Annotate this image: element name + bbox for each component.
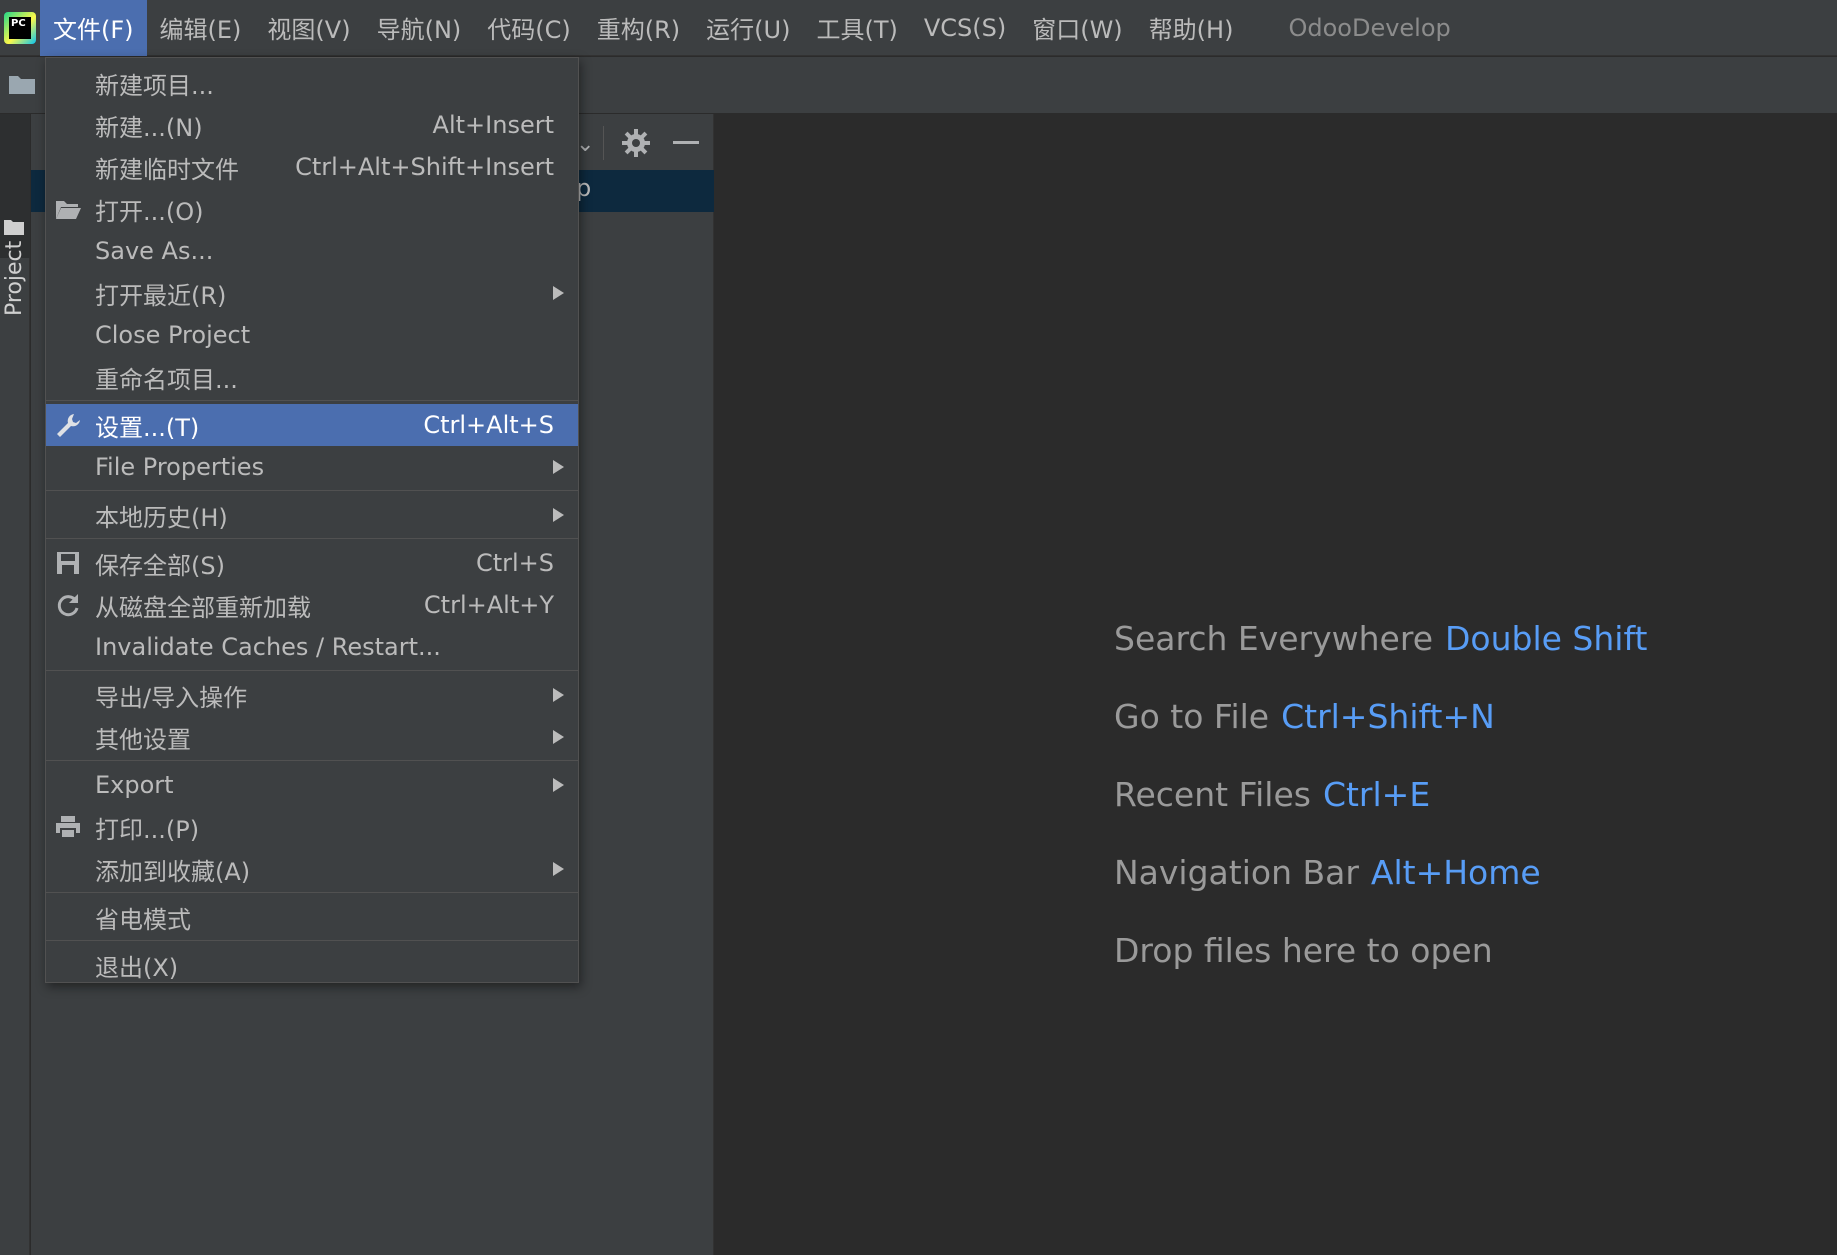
menu-item-add-to-favorites[interactable]: 添加到收藏(A) (46, 848, 578, 890)
menu-window[interactable]: 窗口(W) (1019, 0, 1135, 56)
menu-item-other-settings[interactable]: 其他设置 (46, 716, 578, 758)
menu-bar: PC 文件(F) 编辑(E) 视图(V) 导航(N) 代码(C) 重构(R) 运… (0, 0, 1837, 56)
shortcut-label: Ctrl+Alt+Y (423, 591, 554, 619)
reload-icon (57, 594, 79, 617)
submenu-arrow-icon (553, 730, 564, 744)
project-tool-tab[interactable]: Project (0, 114, 30, 316)
menu-item-local-history[interactable]: 本地历史(H) (46, 494, 578, 536)
menu-item-power-save-mode[interactable]: 省电模式 (46, 896, 578, 938)
project-tool-tab-label: Project (2, 240, 27, 316)
menu-vcs[interactable]: VCS(S) (911, 0, 1019, 56)
window-title: OdooDevelop (1288, 13, 1451, 42)
submenu-arrow-icon (553, 508, 564, 522)
menu-item-new[interactable]: 新建...(N) Alt+Insert (46, 104, 578, 146)
menu-item-new-project[interactable]: 新建项目... (46, 62, 578, 104)
menu-item-file-properties[interactable]: File Properties (46, 446, 578, 488)
menu-item-reload-all-from-disk[interactable]: 从磁盘全部重新加载 Ctrl+Alt+Y (46, 584, 578, 626)
gear-icon[interactable] (619, 126, 653, 160)
shortcut-label: Alt+Insert (432, 111, 554, 139)
folder-open-icon (56, 201, 81, 219)
minimize-icon[interactable] (673, 141, 699, 144)
menu-item-print[interactable]: 打印...(P) (46, 806, 578, 848)
ide-window: PC 文件(F) 编辑(E) 视图(V) 导航(N) 代码(C) 重构(R) 运… (0, 0, 1837, 1255)
editor-area[interactable]: Search Everywhere Double Shift Go to File… (715, 114, 1837, 1255)
collapse-arrow-icon[interactable]: ⌄ (576, 132, 596, 157)
shortcut-label: Ctrl+Alt+S (423, 411, 554, 439)
menu-file[interactable]: 文件(F) (40, 0, 147, 56)
menu-item-save-all[interactable]: 保存全部(S) Ctrl+S (46, 542, 578, 584)
pycharm-logo-icon: PC (0, 0, 40, 56)
menu-item-rename-project[interactable]: 重命名项目... (46, 356, 578, 398)
folder-icon[interactable] (8, 73, 36, 95)
menu-item-export-import-settings[interactable]: 导出/导入操作 (46, 674, 578, 716)
submenu-arrow-icon (553, 460, 564, 474)
submenu-arrow-icon (553, 286, 564, 300)
menu-item-invalidate-caches[interactable]: Invalidate Caches / Restart... (46, 626, 578, 668)
file-menu-dropdown: 新建项目... 新建...(N) Alt+Insert 新建临时文件 Ctrl+… (45, 57, 579, 983)
shortcut-label: Ctrl+S (475, 549, 554, 577)
hint-drop-files: Drop files here to open (1114, 931, 1493, 970)
menu-edit[interactable]: 编辑(E) (147, 0, 255, 56)
folder-icon (4, 220, 24, 235)
wrench-icon (57, 414, 80, 437)
toolbar-separator (603, 126, 604, 160)
menu-code[interactable]: 代码(C) (474, 0, 583, 56)
menu-item-exit[interactable]: 退出(X) (46, 944, 578, 986)
hint-recent-files: Recent Files Ctrl+E (1114, 775, 1431, 814)
menu-tools[interactable]: 工具(T) (803, 0, 910, 56)
menu-item-close-project[interactable]: Close Project (46, 314, 578, 356)
submenu-arrow-icon (553, 778, 564, 792)
menu-item-open-recent[interactable]: 打开最近(R) (46, 272, 578, 314)
menu-help[interactable]: 帮助(H) (1136, 0, 1247, 56)
menu-navigate[interactable]: 导航(N) (364, 0, 475, 56)
submenu-arrow-icon (553, 862, 564, 876)
menu-item-save-as[interactable]: Save As... (46, 230, 578, 272)
menu-item-open[interactable]: 打开...(O) (46, 188, 578, 230)
submenu-arrow-icon (553, 688, 564, 702)
menu-item-settings[interactable]: 设置...(T) Ctrl+Alt+S (46, 404, 578, 446)
left-tool-stripe: Project (0, 114, 30, 1255)
menu-run[interactable]: 运行(U) (693, 0, 803, 56)
hint-search-everywhere: Search Everywhere Double Shift (1114, 619, 1648, 658)
menu-item-export[interactable]: Export (46, 764, 578, 806)
hint-go-to-file: Go to File Ctrl+Shift+N (1114, 697, 1495, 736)
print-icon (56, 816, 80, 839)
save-icon (57, 552, 79, 574)
hint-navigation-bar: Navigation Bar Alt+Home (1114, 853, 1541, 892)
menu-refactor[interactable]: 重构(R) (584, 0, 693, 56)
menu-item-new-scratch-file[interactable]: 新建临时文件 Ctrl+Alt+Shift+Insert (46, 146, 578, 188)
shortcut-label: Ctrl+Alt+Shift+Insert (295, 153, 554, 181)
menu-view[interactable]: 视图(V) (254, 0, 363, 56)
